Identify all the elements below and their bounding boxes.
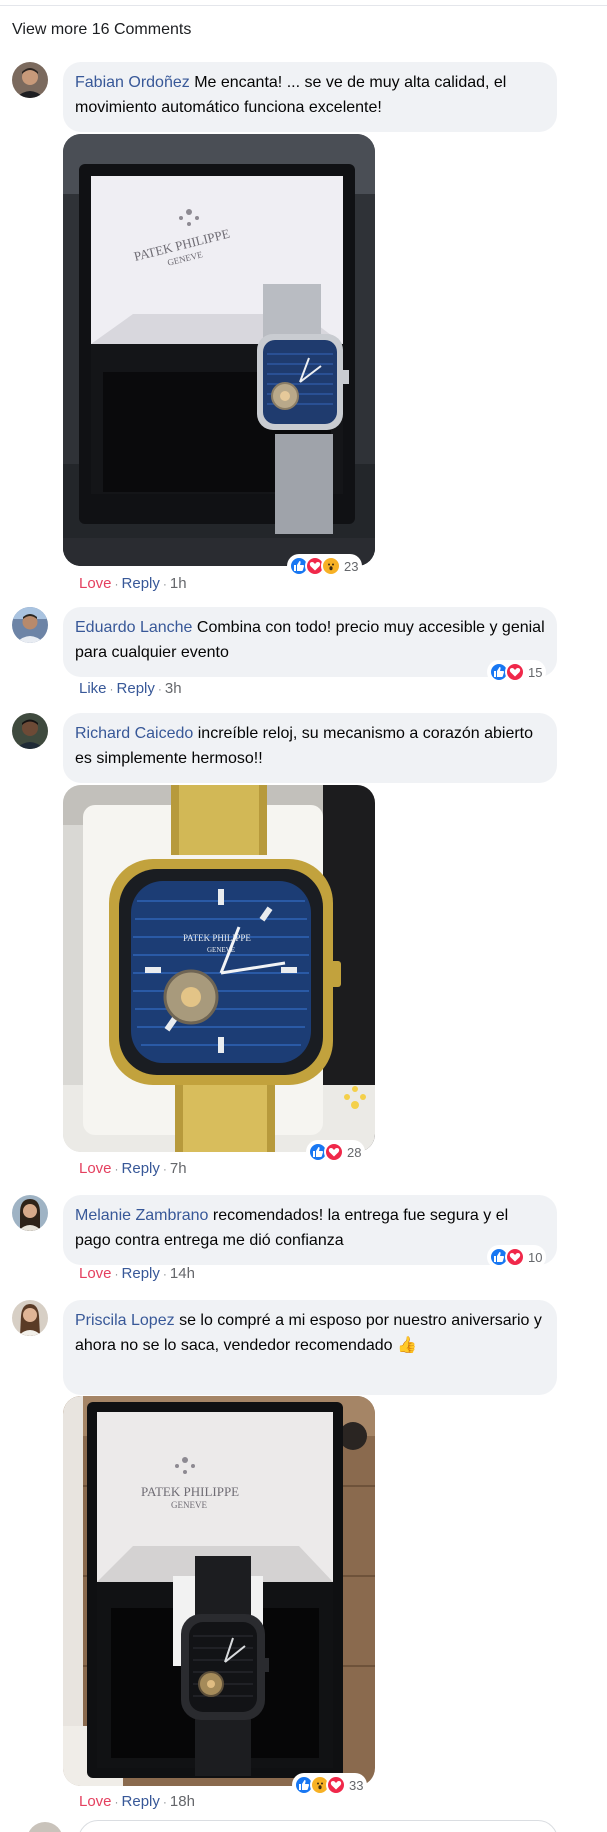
comment-actions: Love · Reply · 1h bbox=[79, 575, 187, 592]
reply-link[interactable]: Reply bbox=[122, 1160, 160, 1177]
reaction-count: 28 bbox=[347, 1144, 362, 1160]
comment-photo-silver-watch[interactable]: PATEK PHILIPPE GENEVE bbox=[63, 134, 375, 566]
comment-author[interactable]: Priscila Lopez bbox=[75, 1312, 175, 1329]
next-comment-avatar[interactable] bbox=[27, 1822, 63, 1832]
comment-bubble: Eduardo Lanche Combina con todo! precio … bbox=[63, 607, 557, 677]
comment-time[interactable]: 18h bbox=[170, 1793, 195, 1810]
comment-time[interactable]: 7h bbox=[170, 1160, 187, 1177]
reactions-summary[interactable]: 23 bbox=[287, 554, 363, 578]
reactions-summary[interactable]: 28 bbox=[306, 1140, 366, 1164]
comment-author[interactable]: Richard Caicedo bbox=[75, 725, 193, 742]
reply-link[interactable]: Reply bbox=[122, 1793, 160, 1810]
next-comment-bubble bbox=[78, 1820, 558, 1832]
dial-brand-text: PATEK PHILIPPE bbox=[183, 933, 251, 943]
comment-actions: Love · Reply · 18h bbox=[79, 1793, 195, 1810]
view-more-comments-link[interactable]: View more 16 Comments bbox=[12, 21, 191, 39]
reactions-summary[interactable]: 10 bbox=[487, 1245, 547, 1269]
love-action[interactable]: Love bbox=[79, 1793, 112, 1810]
avatar[interactable] bbox=[12, 713, 48, 749]
comment-bubble: Fabian Ordoñez Me encanta! ... se ve de … bbox=[63, 62, 557, 132]
avatar[interactable] bbox=[12, 62, 48, 98]
thumbs-up-emoji: 👍 bbox=[397, 1337, 417, 1354]
reply-link[interactable]: Reply bbox=[122, 1265, 160, 1282]
comment-actions: Like · Reply · 3h bbox=[79, 680, 182, 697]
love-reaction-icon bbox=[324, 1142, 344, 1162]
comment-bubble: Melanie Zambrano recomendados! la entreg… bbox=[63, 1195, 557, 1265]
comment-bubble: Richard Caicedo increíble reloj, su meca… bbox=[63, 713, 557, 783]
comment-bubble: Priscila Lopez se lo compré a mi esposo … bbox=[63, 1300, 557, 1395]
love-reaction-icon bbox=[505, 662, 525, 682]
avatar[interactable] bbox=[12, 1300, 48, 1336]
wow-reaction-icon bbox=[321, 556, 341, 576]
comment-time[interactable]: 3h bbox=[165, 680, 182, 697]
comment-author[interactable]: Eduardo Lanche bbox=[75, 619, 192, 636]
comment-actions: Love · Reply · 7h bbox=[79, 1160, 187, 1177]
reaction-count: 33 bbox=[349, 1777, 364, 1793]
comment-time[interactable]: 1h bbox=[170, 575, 187, 592]
reactions-summary[interactable]: 33 bbox=[292, 1773, 368, 1797]
top-divider bbox=[0, 5, 607, 6]
love-action[interactable]: Love bbox=[79, 1265, 112, 1282]
box-city-text: GENEVE bbox=[171, 1500, 207, 1510]
like-action[interactable]: Like bbox=[79, 680, 107, 697]
reaction-count: 10 bbox=[528, 1249, 543, 1265]
avatar[interactable] bbox=[12, 607, 48, 643]
reply-link[interactable]: Reply bbox=[122, 575, 160, 592]
love-action[interactable]: Love bbox=[79, 575, 112, 592]
reaction-count: 15 bbox=[528, 664, 543, 680]
avatar[interactable] bbox=[12, 1195, 48, 1231]
love-action[interactable]: Love bbox=[79, 1160, 112, 1177]
comment-photo-gold-watch[interactable]: PATEK PHILIPPE GENEVE bbox=[63, 785, 375, 1152]
comment-time[interactable]: 14h bbox=[170, 1265, 195, 1282]
comment-photo-black-watch[interactable]: PATEK PHILIPPE GENEVE bbox=[63, 1396, 375, 1786]
comment-author[interactable]: Fabian Ordoñez bbox=[75, 74, 190, 91]
comment-actions: Love · Reply · 14h bbox=[79, 1265, 195, 1282]
reactions-summary[interactable]: 15 bbox=[487, 660, 547, 684]
reply-link[interactable]: Reply bbox=[117, 680, 155, 697]
love-reaction-icon bbox=[505, 1247, 525, 1267]
box-brand-text: PATEK PHILIPPE bbox=[141, 1484, 239, 1499]
reaction-count: 23 bbox=[344, 558, 359, 574]
comment-author[interactable]: Melanie Zambrano bbox=[75, 1207, 208, 1224]
love-reaction-icon bbox=[326, 1775, 346, 1795]
